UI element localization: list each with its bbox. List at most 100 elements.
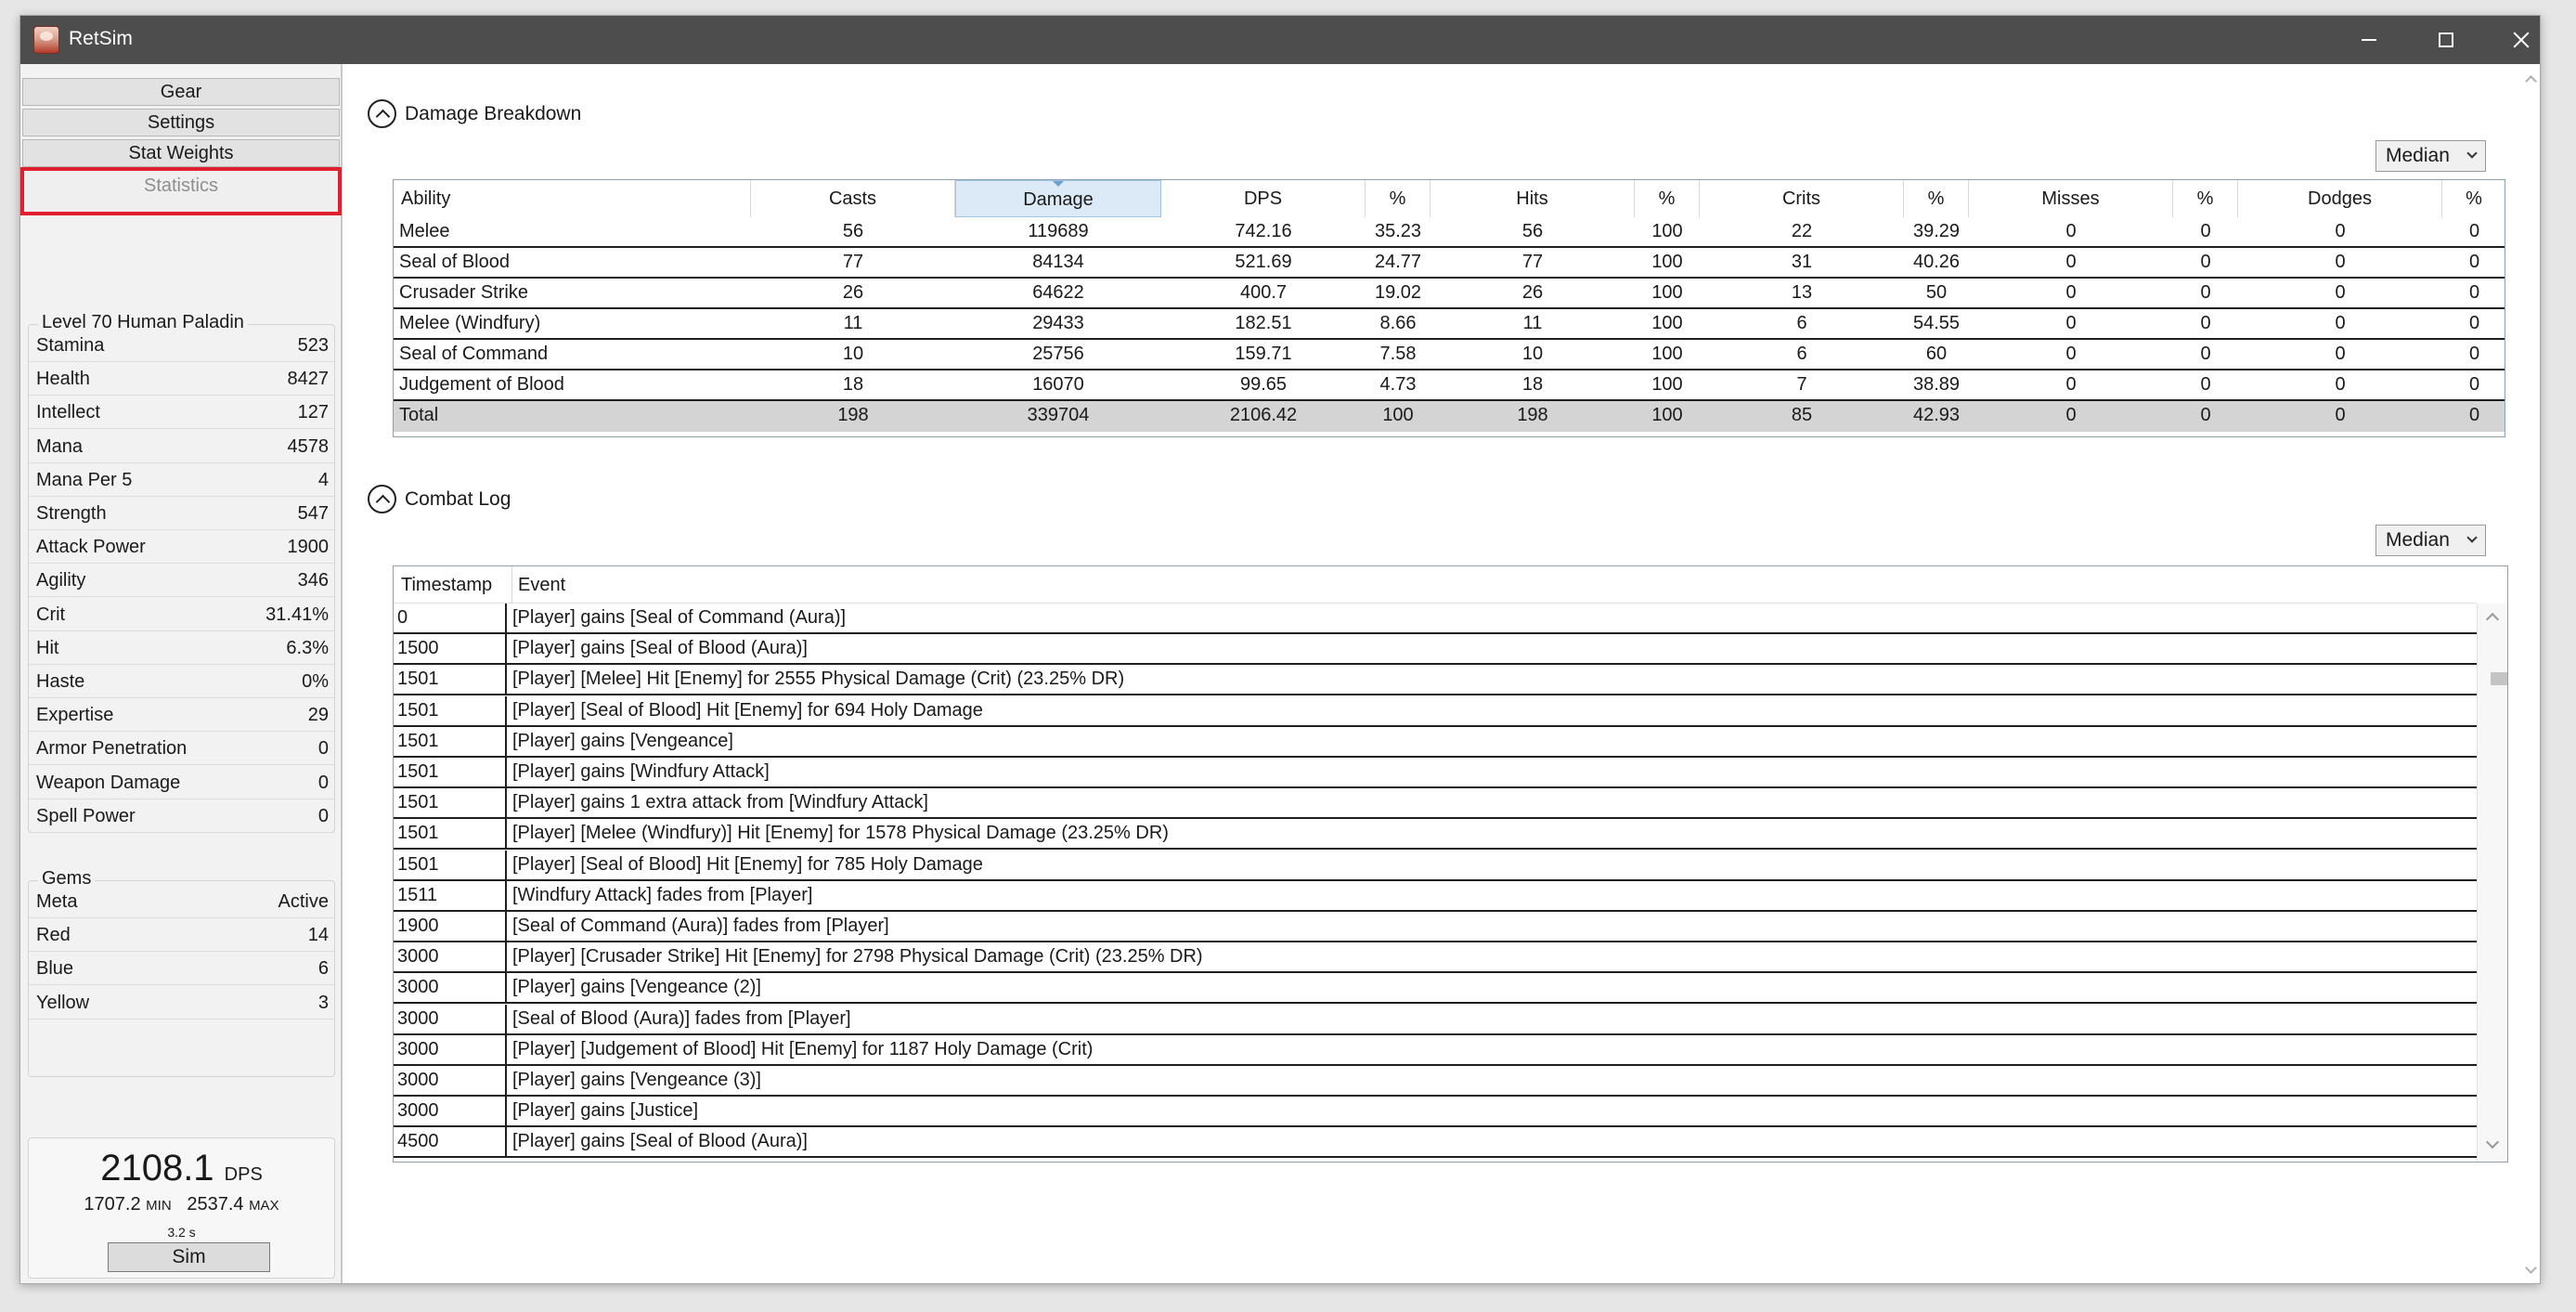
total-row[interactable]: Total 198 339704 2106.42 100 198 100 85 42.93 0 0 0… — [394, 401, 2505, 432]
stat-value: 0% — [302, 671, 329, 692]
table-row[interactable]: Seal of Command 10 25756 159.71 7.58 10 100 6 60… — [394, 340, 2505, 370]
column-header[interactable]: % — [1635, 180, 1700, 217]
log-row[interactable]: 1501 [Player] [Seal of Blood] Hit [Enemy]… — [394, 695, 2477, 727]
damage-breakdown-title: Damage Breakdown — [405, 103, 582, 124]
close-button[interactable] — [2484, 16, 2540, 64]
stat-value: 0 — [317, 738, 329, 760]
table-cell: 198 — [1517, 405, 1548, 425]
log-row[interactable]: 3000 [Player] [Crusader Strike] Hit [Enem… — [394, 942, 2477, 974]
log-row[interactable]: 4500 [Player] gains [Seal of Blood (Aura)… — [394, 1127, 2477, 1159]
column-header[interactable]: Dodges — [2238, 180, 2442, 217]
collapse-chevron-icon[interactable] — [368, 99, 396, 128]
stat-label: Expertise — [36, 705, 114, 726]
log-row[interactable]: 1501 [Player] [Seal of Blood] Hit [Enemy]… — [394, 850, 2477, 881]
tab-gear[interactable]: Gear — [22, 78, 340, 106]
table-cell: 0 — [2065, 282, 2077, 303]
stat-row: Armor Penetration 0 — [29, 732, 334, 766]
scroll-down-icon[interactable] — [2485, 1135, 2500, 1150]
stat-value: 523 — [297, 335, 329, 356]
combat-log-median-dropdown[interactable]: Median — [2375, 525, 2486, 556]
tab-statistics[interactable]: Statistics — [20, 167, 342, 215]
stat-value: 127 — [297, 402, 329, 423]
stat-value: 6.3% — [286, 637, 329, 658]
table-cell: 11 — [843, 313, 863, 333]
tab-settings[interactable]: Settings — [22, 109, 340, 136]
column-header[interactable]: % — [2442, 180, 2505, 217]
log-timestamp: 4500 — [397, 1131, 439, 1152]
table-row[interactable]: Melee (Windfury) 11 29433 182.51 8.66 11 100 6 5… — [394, 309, 2505, 340]
stat-row: Haste 0% — [29, 665, 334, 698]
log-row[interactable]: 1501 [Player] [Melee] Hit [Enemy] for 255… — [394, 665, 2477, 696]
breakdown-median-dropdown[interactable]: Median — [2375, 140, 2486, 172]
table-cell: Melee (Windfury) — [399, 313, 541, 333]
log-row[interactable]: 1511 [Windfury Attack] fades from [Player… — [394, 880, 2477, 912]
character-stats-group: Level 70 Human Paladin Stamina 523 Health 8… — [28, 312, 335, 833]
title-bar[interactable]: RetSim — [20, 16, 2540, 64]
gem-row: Yellow 3 — [29, 986, 334, 1020]
scroll-thumb[interactable] — [2491, 672, 2507, 685]
column-header-event[interactable]: Event — [511, 566, 565, 604]
collapse-chevron-icon[interactable] — [368, 485, 396, 513]
table-cell: 0 — [2200, 252, 2211, 272]
column-header[interactable]: % — [1366, 180, 1430, 217]
table-cell: 0 — [2200, 313, 2211, 333]
stat-row: Strength 547 — [29, 497, 334, 530]
table-cell: 11 — [1522, 313, 1543, 333]
column-header[interactable]: % — [1904, 180, 1969, 217]
table-row[interactable]: Judgement of Blood 18 16070 99.65 4.73 18 100 7… — [394, 370, 2505, 401]
sim-button[interactable]: Sim — [108, 1242, 270, 1272]
log-row[interactable]: 3000 [Player] gains [Vengeance (3)] — [394, 1066, 2477, 1097]
log-row[interactable]: 1501 [Player] gains [Vengeance] — [394, 726, 2477, 758]
column-header[interactable]: % — [2173, 180, 2238, 217]
table-cell: 85 — [1791, 405, 1813, 425]
log-event: [Player] [Judgement of Blood] Hit [Enemy… — [505, 1034, 1093, 1066]
column-header-timestamp[interactable]: Timestamp — [401, 566, 492, 604]
table-cell: 4.73 — [1379, 374, 1417, 395]
column-header[interactable]: Misses — [1969, 180, 2173, 217]
window-title: RetSim — [69, 28, 133, 49]
scroll-up-icon[interactable] — [2485, 612, 2500, 627]
column-header[interactable]: Ability — [394, 180, 751, 217]
table-cell: Seal of Blood — [399, 252, 510, 272]
log-row[interactable]: 3000 [Player] [Judgement of Blood] Hit [E… — [394, 1034, 2477, 1066]
log-row[interactable]: 1500 [Player] gains [Seal of Blood (Aura)… — [394, 634, 2477, 666]
tab-stat-weights[interactable]: Stat Weights — [22, 139, 340, 167]
table-cell: 42.93 — [1912, 405, 1961, 425]
column-header[interactable]: DPS — [1161, 180, 1366, 217]
stat-value: 547 — [297, 503, 329, 524]
maximize-button[interactable] — [2409, 16, 2483, 64]
log-timestamp: 3000 — [397, 946, 439, 968]
log-row[interactable]: 3000 [Player] gains [Justice] — [394, 1097, 2477, 1128]
table-cell: 31 — [1791, 252, 1813, 272]
column-header[interactable]: Hits — [1430, 180, 1635, 217]
scroll-up-icon[interactable] — [2525, 75, 2537, 87]
table-row[interactable]: Crusader Strike 26 64622 400.7 19.02 26 100 13 5… — [394, 279, 2505, 309]
table-cell: 26 — [842, 282, 864, 303]
log-row[interactable]: 0 [Player] gains [Seal of Command (Aura)] — [394, 604, 2477, 634]
log-row[interactable]: 1501 [Player] gains [Windfury Attack] — [394, 758, 2477, 788]
log-timestamp: 3000 — [397, 1070, 439, 1090]
column-header[interactable]: Crits — [1700, 180, 1904, 217]
log-row[interactable]: 1501 [Player] gains 1 extra attack from [… — [394, 788, 2477, 820]
log-row[interactable]: 1501 [Player] [Melee (Windfury)] Hit [Ene… — [394, 819, 2477, 851]
log-row[interactable]: 3000 [Seal of Blood (Aura)] fades from [P… — [394, 1004, 2477, 1035]
table-cell: 100 — [1651, 405, 1683, 425]
column-header[interactable]: Casts — [751, 180, 955, 217]
table-cell: 742.16 — [1235, 221, 1292, 241]
main-scrollbar[interactable] — [2519, 64, 2540, 1283]
combat-log-scrollbar[interactable] — [2477, 604, 2507, 1162]
table-cell: 2106.42 — [1229, 405, 1298, 425]
gem-value: 14 — [307, 925, 329, 946]
table-row[interactable]: Melee 56 119689 742.16 35.23 56 100 22 39.29 0 0 0 0 — [394, 217, 2505, 248]
table-cell: Judgement of Blood — [399, 374, 564, 395]
log-timestamp: 1501 — [397, 761, 439, 782]
table-row[interactable]: Seal of Blood 77 84134 521.69 24.77 77 100 31 40… — [394, 248, 2505, 279]
minimize-button[interactable] — [2332, 16, 2406, 64]
log-timestamp: 3000 — [397, 1100, 439, 1122]
stat-label: Strength — [36, 503, 107, 524]
scroll-down-icon[interactable] — [2525, 1262, 2537, 1274]
table-cell: 0 — [2065, 252, 2077, 272]
log-row[interactable]: 3000 [Player] gains [Vengeance (2)] — [394, 973, 2477, 1005]
stat-row: Attack Power 1900 — [29, 530, 334, 565]
log-row[interactable]: 1900 [Seal of Command (Aura)] fades from … — [394, 912, 2477, 942]
